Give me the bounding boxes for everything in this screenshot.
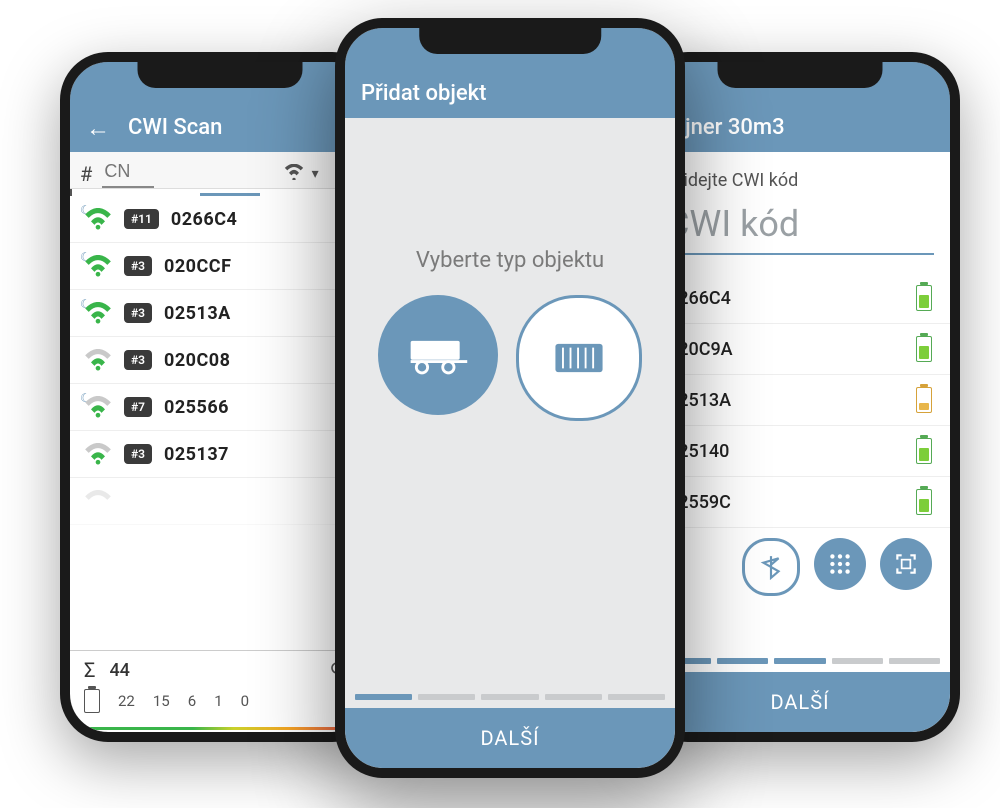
count: 22	[118, 692, 135, 710]
qr-scan-fab[interactable]	[880, 538, 932, 590]
choose-type-label: Vyberte typ objektu	[416, 248, 604, 273]
device-notch	[718, 62, 883, 88]
moon-icon: ☾	[80, 297, 91, 311]
code-row[interactable]: 02559C	[650, 477, 950, 528]
wifi-icon	[84, 490, 112, 512]
battery-histogram: 22 15 6 1 0	[84, 683, 356, 723]
code-row[interactable]: 02513A	[650, 375, 950, 426]
list-item[interactable]: #3 025137	[70, 431, 370, 478]
list-item[interactable]: ☾ #11 0266C4	[70, 196, 370, 243]
rank-badge: #3	[124, 444, 152, 464]
code-row[interactable]: 025140	[650, 426, 950, 477]
scan-list[interactable]: ☾ #11 0266C4 ☾ #3 020CCF ☾ #3 02513A	[70, 196, 370, 650]
list-item[interactable]	[70, 478, 370, 525]
phone-add-object: Přidat objekt Vyberte typ objektu DALŠÍ	[335, 18, 685, 778]
device-code: 020C08	[164, 350, 230, 371]
battery-icon	[916, 285, 932, 311]
wifi-icon	[84, 443, 112, 465]
battery-icon	[916, 336, 932, 362]
list-item[interactable]: ☾ #3 02513A	[70, 290, 370, 337]
device-code: 02513A	[164, 303, 231, 324]
rank-badge: #7	[124, 397, 152, 417]
device-notch	[419, 28, 601, 54]
rank-badge: #11	[124, 209, 159, 229]
device-notch	[138, 62, 303, 88]
back-icon[interactable]: ←	[86, 116, 110, 140]
rank-badge: #3	[124, 303, 152, 323]
device-code: 025137	[164, 444, 229, 465]
phone-scan: ← CWI Scan # ▾ Az ☾ #11 02	[60, 52, 380, 742]
next-button[interactable]: DALŠÍ	[650, 672, 950, 732]
list-item[interactable]: ☾ #3 020CCF	[70, 243, 370, 290]
appbar-title: CWI Scan	[128, 115, 222, 140]
count: 1	[214, 692, 222, 710]
type-trailer-button[interactable]	[378, 295, 498, 415]
bluetooth-fab[interactable]	[742, 538, 800, 596]
keypad-fab[interactable]	[814, 538, 866, 590]
device-code: 0266C4	[171, 209, 237, 230]
moon-icon: ☾	[80, 250, 91, 264]
filter-input[interactable]	[102, 160, 154, 188]
stats-bar: Σ 44 22 15 6 1 0	[70, 650, 370, 732]
phone-add-code: tejner 30m3 Přidejte CWI kód CWI kód 026…	[640, 52, 960, 742]
sigma-icon: Σ	[84, 658, 95, 682]
battery-icon	[916, 387, 932, 413]
count: 6	[188, 692, 196, 710]
add-code-hint: Přidejte CWI kód	[650, 152, 950, 197]
code-row[interactable]: 020C9A	[650, 324, 950, 375]
appbar-title: Přidat objekt	[361, 81, 486, 106]
device-code: 020CCF	[164, 256, 231, 277]
screen-add-code: tejner 30m3 Přidejte CWI kód CWI kód 026…	[650, 62, 950, 732]
type-choices	[378, 295, 642, 421]
rank-badge: #3	[124, 256, 152, 276]
code-row[interactable]: 0266C4	[650, 273, 950, 324]
count: 0	[241, 692, 249, 710]
battery-gradient-bar	[84, 727, 356, 730]
input-mode-row	[650, 528, 950, 606]
wifi-icon	[84, 349, 112, 371]
rank-badge: #3	[124, 350, 152, 370]
screen-scan: ← CWI Scan # ▾ Az ☾ #11 02	[70, 62, 370, 732]
step-progress	[650, 658, 950, 672]
battery-icon	[916, 438, 932, 464]
list-item[interactable]: ☾ #7 025566	[70, 384, 370, 431]
battery-icon	[916, 489, 932, 515]
type-container-button[interactable]	[516, 295, 642, 421]
device-code: 025566	[164, 397, 229, 418]
battery-icon	[84, 689, 100, 713]
chevron-down-icon[interactable]: ▾	[312, 166, 319, 182]
hash-icon: #	[80, 162, 92, 186]
cwi-code-input[interactable]: CWI kód	[666, 203, 934, 255]
moon-icon: ☾	[80, 391, 91, 405]
count: 15	[153, 692, 170, 710]
filter-bar: # ▾ Az	[70, 152, 370, 189]
signal-filter-icon[interactable]	[284, 164, 304, 185]
list-item[interactable]: #3 020C08	[70, 337, 370, 384]
screen-add-object: Přidat objekt Vyberte typ objektu DALŠÍ	[345, 28, 675, 768]
next-button[interactable]: DALŠÍ	[345, 708, 675, 768]
sum-value: 44	[109, 660, 129, 681]
step-progress	[345, 694, 675, 708]
moon-icon: ☾	[80, 203, 91, 217]
